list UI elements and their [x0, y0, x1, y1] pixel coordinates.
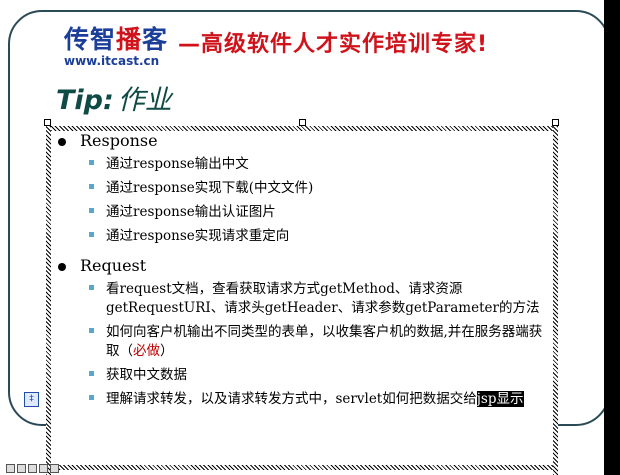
section-response: Response: [56, 131, 546, 150]
sub-bullet-icon: [89, 160, 94, 165]
sub-bullet-icon: [89, 285, 94, 290]
list-item-text-tail: ）: [160, 343, 174, 359]
section-heading: Response: [80, 131, 158, 150]
window-edge: [604, 0, 620, 475]
autofit-options-icon[interactable]: ‡: [24, 392, 39, 407]
slide-content[interactable]: Response 通过response输出中文 通过response实现下载(中…: [56, 131, 546, 414]
list-item: 通过response输出认证图片: [56, 203, 546, 222]
sub-bullet-icon: [89, 208, 94, 213]
list-item: 通过response实现请求重定向: [56, 227, 546, 246]
list-item-text: 通过response输出认证图片: [106, 204, 276, 220]
sub-bullet-icon: [89, 232, 94, 237]
logo-suffix: 客: [142, 25, 169, 54]
list-item: 看request文档，查看获取请求方式getMethod、请求资源getRequ…: [56, 280, 546, 318]
slide-title: Tip: 作业: [56, 78, 172, 117]
title-prefix: Tip:: [56, 85, 114, 116]
slide-view-icon[interactable]: [28, 464, 37, 473]
itcast-logo: 传智播客 www.itcast.cn: [64, 20, 168, 68]
slideshow-icon[interactable]: [50, 464, 59, 473]
list-item-text: 通过response输出中文: [106, 156, 249, 172]
bullet-icon: [58, 263, 66, 271]
list-item: 如何向客户机输出不同类型的表单，以收集客户机的数据,并在服务器端获取（必做）: [56, 323, 546, 361]
required-label: 必做: [133, 343, 160, 359]
textbox-border-left: [46, 121, 51, 475]
sub-bullet-icon: [89, 371, 94, 376]
section-request: Request: [56, 256, 546, 275]
list-item-text: 看request文档，查看获取请求方式getMethod、请求资源getRequ…: [106, 281, 540, 316]
logo-url: www.itcast.cn: [64, 54, 160, 68]
logo-highlight: 播: [116, 25, 143, 54]
list-item-text: 理解请求转发，以及请求转发方式中，servlet如何把数据交给: [106, 391, 477, 407]
slide-sorter-icon[interactable]: [39, 464, 48, 473]
resize-handle-tr[interactable]: [552, 119, 559, 126]
list-item-text: 通过response实现请求重定向: [106, 228, 290, 244]
resize-handle-tl[interactable]: [44, 119, 51, 126]
sub-bullet-icon: [89, 328, 94, 333]
logo-prefix: 传智: [64, 25, 117, 54]
normal-view-icon[interactable]: [6, 464, 15, 473]
selected-text[interactable]: jsp显示: [476, 391, 524, 407]
list-item: 获取中文数据: [56, 366, 546, 385]
list-item-text: 获取中文数据: [106, 367, 187, 383]
slogan: —高级软件人才实作培训专家!: [178, 32, 489, 57]
bullet-icon: [58, 138, 66, 146]
list-item: 通过response输出中文: [56, 155, 546, 174]
sub-bullet-icon: [89, 184, 94, 189]
list-item: 通过response实现下载(中文文件): [56, 179, 546, 198]
list-item-text: 通过response实现下载(中文文件): [106, 180, 314, 196]
resize-handle-t[interactable]: [299, 119, 306, 126]
view-toolbar: [0, 462, 206, 475]
title-text: 作业: [117, 85, 172, 116]
textbox-border-right: [553, 121, 558, 475]
sub-bullet-icon: [89, 395, 94, 400]
outline-view-icon[interactable]: [17, 464, 26, 473]
list-item: 理解请求转发，以及请求转发方式中，servlet如何把数据交给jsp显示: [56, 390, 546, 409]
logo-text: 传智播客: [64, 20, 168, 56]
section-heading: Request: [80, 256, 147, 275]
